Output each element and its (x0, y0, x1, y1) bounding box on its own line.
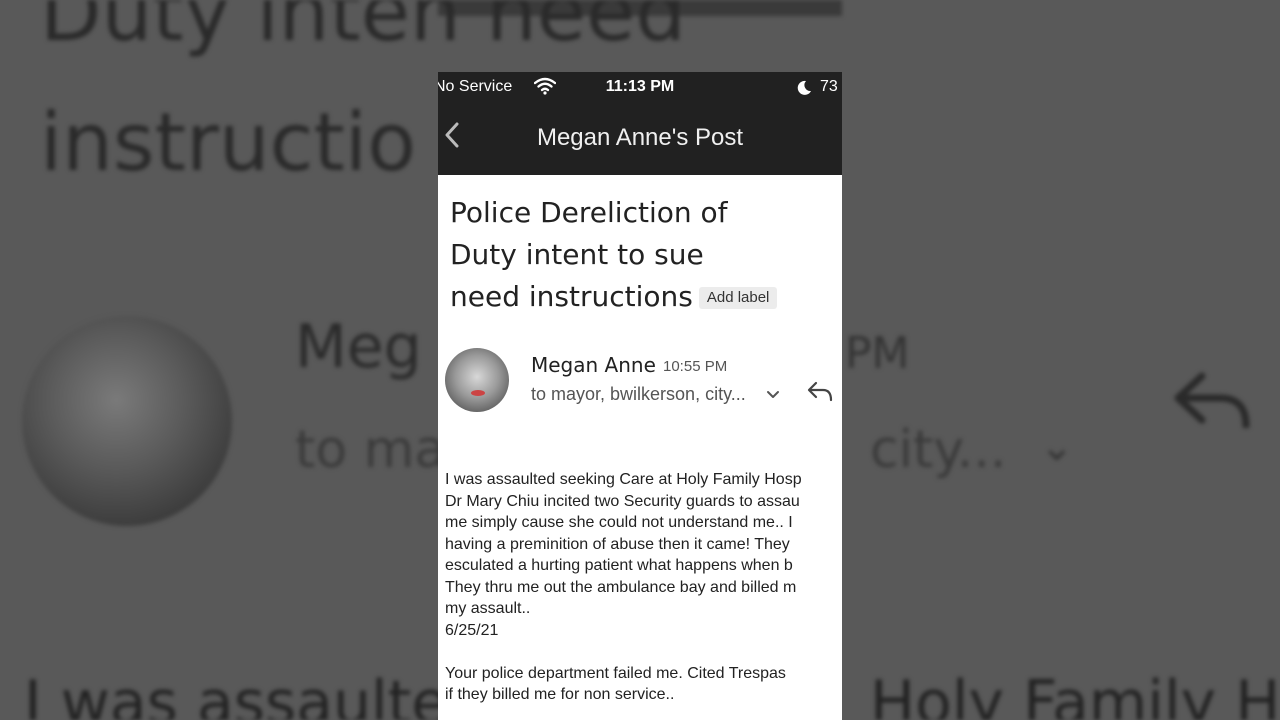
background-recipients-right: city... (870, 420, 1007, 480)
body-line: Dr Mary Chiu incited two Security guards… (445, 492, 800, 510)
moon-icon (797, 80, 811, 95)
subject-text: Police Dereliction of Duty intent to sue… (450, 196, 728, 313)
background-avatar (22, 316, 232, 526)
body-line: me simply cause she could not understand… (445, 514, 793, 531)
background-recipients-left: to ma (295, 420, 447, 480)
chevron-down-icon[interactable] (766, 390, 780, 400)
background-chevron-down-icon: ⌄ (1040, 424, 1074, 470)
background-subject-line-1: Duty inten need (40, 0, 687, 59)
navigation-bar: Megan Anne's Post (438, 102, 842, 175)
email-body: I was assaulted seeking Care at Holy Fam… (438, 428, 842, 706)
background-sender-name: Meg (295, 312, 422, 382)
status-bar: No Service 11:13 PM 73 (438, 72, 842, 102)
sent-time: 10:55 PM (663, 358, 728, 375)
background-body-left: I was assaulted (24, 668, 487, 720)
background-time: PM (845, 328, 910, 379)
sender-header: Megan Anne 10:55 PM to mayor, bwilkerson… (438, 318, 842, 428)
body-date: 6/25/21 (445, 621, 499, 639)
add-label-button[interactable]: Add label (698, 287, 778, 309)
body-line: my assault.. (445, 600, 531, 617)
avatar[interactable] (445, 348, 509, 412)
status-time: 11:13 PM (605, 78, 675, 95)
body-line: I was assaulted seeking Care at Holy Fam… (445, 471, 802, 488)
body-line: Your police department failed me. Cited … (445, 664, 786, 682)
reply-icon[interactable] (806, 380, 834, 402)
body-line: They thru me out the ambulance bay and b… (445, 578, 797, 596)
body-line: if they billed me for non service.. (445, 686, 675, 703)
sender-name: Megan Anne (531, 353, 656, 377)
phone-screen: No Service 11:13 PM 73 Megan Anne's Post… (438, 72, 842, 720)
background-body-right: Holy Family Hosp (870, 668, 1280, 720)
recipients-summary[interactable]: to mayor, bwilkerson, city... (531, 384, 746, 405)
page-title: Megan Anne's Post (536, 124, 744, 151)
body-line: esculated a hurting patient what happens… (445, 557, 793, 574)
background-subject-line-2: instructio (40, 96, 417, 189)
battery-level: 73 (820, 78, 838, 95)
email-subject: Police Dereliction of Duty intent to sue… (438, 175, 792, 318)
background-reply-icon (1174, 372, 1250, 428)
body-line: having a preminition of abuse then it ca… (445, 535, 790, 553)
avatar-detail (471, 390, 485, 396)
